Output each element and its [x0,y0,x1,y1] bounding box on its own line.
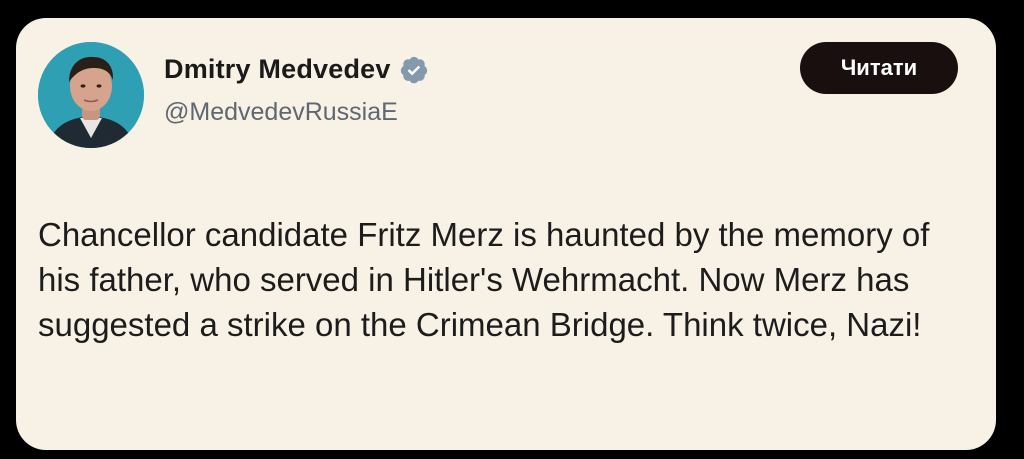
avatar-photo-icon [38,42,144,148]
author-avatar[interactable] [38,42,144,148]
author-display-name[interactable]: Dmitry Medvedev [164,54,391,85]
follow-button[interactable]: Читати [800,42,958,94]
tweet-text: Chancellor candidate Fritz Merz is haunt… [38,216,930,343]
author-name-row: Dmitry Medvedev [164,54,429,85]
tweet-card: Dmitry Medvedev @MedvedevRussiaE Читати … [16,18,996,450]
author-handle[interactable]: @MedvedevRussiaE [164,98,398,127]
verified-badge-icon [399,55,429,85]
